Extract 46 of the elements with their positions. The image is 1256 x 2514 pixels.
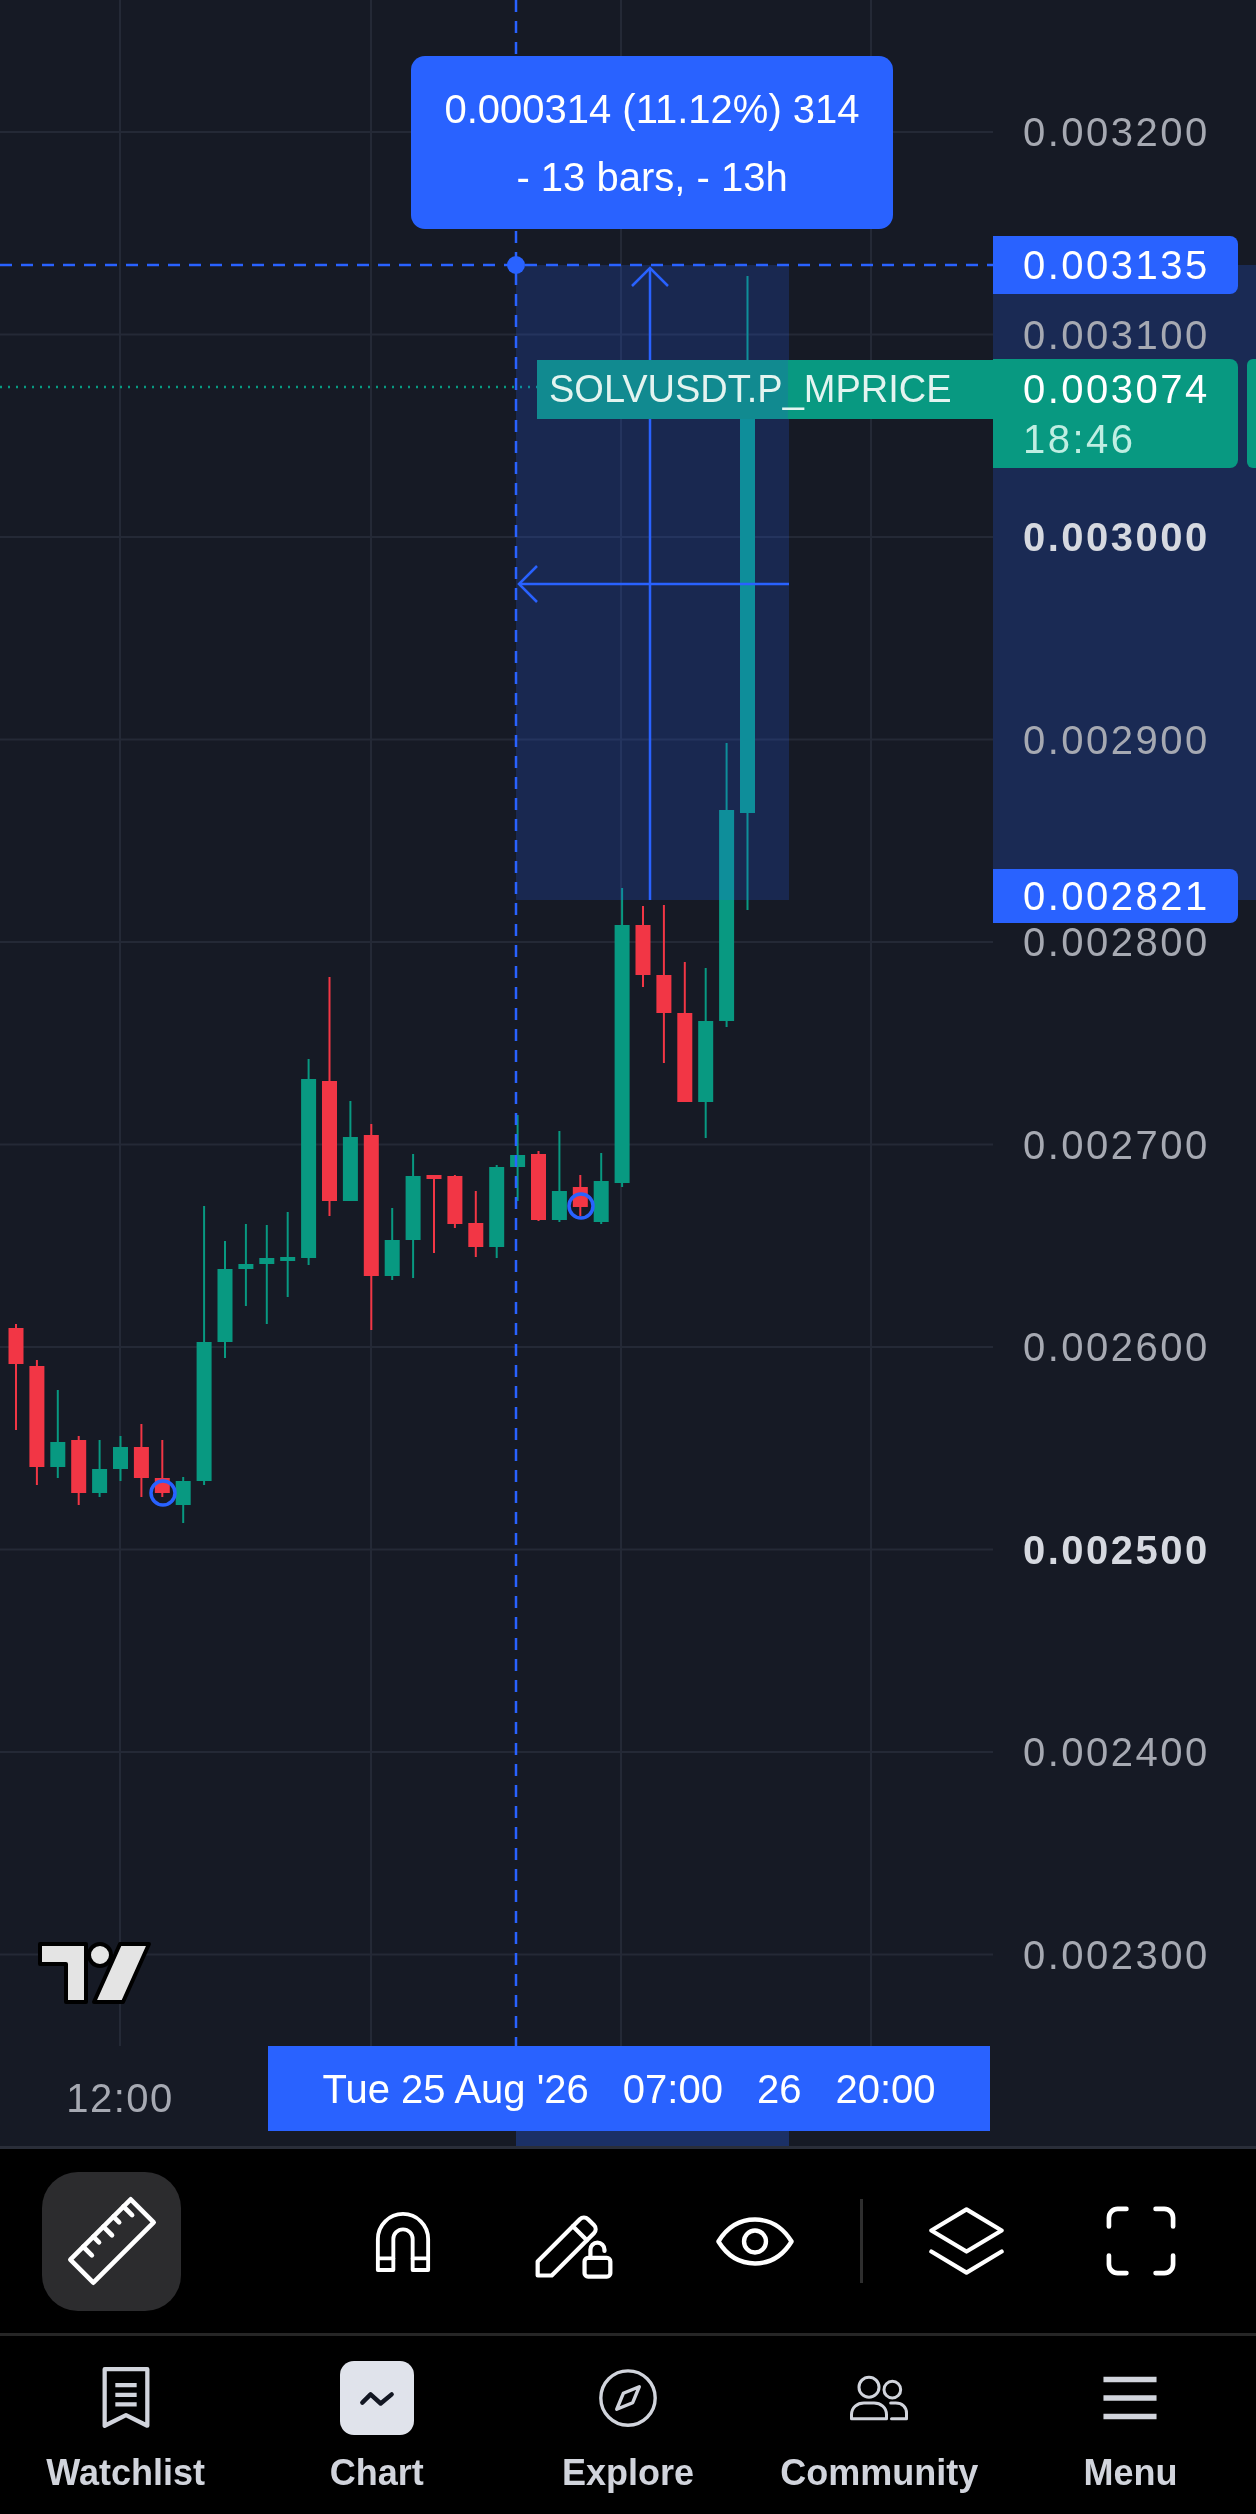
range-time-text: 26 [756,2065,802,2112]
nav-tab[interactable]: Community [753,2336,1005,2514]
last-price-text: 0.003074 [1023,365,1211,412]
range-time-text: 07:00 [622,2065,723,2112]
nav-tab[interactable]: Watchlist [0,2336,252,2514]
range-time-text: Tue 25 Aug '26 [322,2065,589,2112]
ruler-icon [65,2195,158,2287]
price-tag: 0.002821 [993,869,1238,923]
circle-marker-icon [149,1479,177,1507]
price-label: 0.002800 [1023,924,1210,960]
magnet-icon[interactable] [374,2210,432,2272]
candlestick [175,1476,191,1524]
price-label: 0.002900 [1023,721,1210,758]
price-tag: 0.003135 [993,236,1238,294]
candlestick [468,1190,484,1258]
layers-icon[interactable] [929,2207,1004,2275]
candlestick [92,1439,108,1498]
price-label: 0.003000 [1023,519,1210,555]
price-label: 0.003200 [1023,114,1210,150]
fullscreen-icon[interactable] [1106,2206,1176,2276]
time-label: 12:00 [66,2076,174,2120]
price-label: 0.002600 [1023,1329,1210,1365]
price-label: 0.002300 [1023,1936,1210,1973]
nav-tab[interactable]: Chart [251,2336,503,2514]
logo-icon [36,1940,152,2006]
price-label: 0.002500 [1023,1531,1210,1568]
candlestick [113,1435,128,1482]
nav-tab[interactable]: Menu [1004,2336,1256,2514]
handle-dot-icon[interactable] [507,256,525,274]
nav-tab[interactable]: Explore [502,2336,754,2514]
eye-icon[interactable] [716,2216,794,2266]
price-change-text: 0.000314 (11.12%) 314 [444,85,860,133]
circle-marker-icon [567,1192,595,1220]
candlestick [154,1439,170,1498]
candlestick [531,1150,546,1222]
countdown-text: 18:46 [1023,415,1137,462]
price-label: 0.003100 [1023,316,1210,353]
bars-span-text: - 13 bars, - 13h [516,153,788,201]
candlestick [447,1174,463,1229]
candlestick [71,1435,87,1506]
price-label: 0.002700 [1023,1126,1210,1163]
candlestick [572,1174,588,1217]
range-time-text: 20:00 [835,2065,936,2112]
symbol-price-label: SOLVUSDT.P_MPRICE [537,360,993,419]
price-label: 0.002400 [1023,1734,1210,1770]
ruler-button[interactable] [42,2171,181,2311]
